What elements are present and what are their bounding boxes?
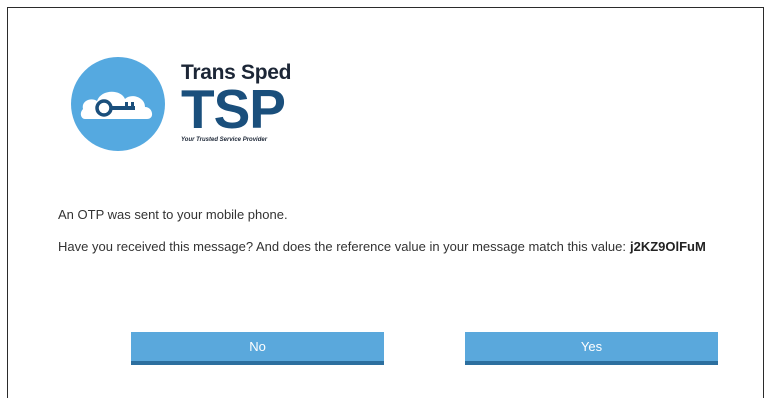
yes-button[interactable]: Yes	[465, 332, 718, 365]
brand-tagline: Your Trusted Service Provider	[181, 137, 268, 143]
otp-sent-message: An OTP was sent to your mobile phone.	[58, 207, 288, 222]
otp-dialog: Trans Sped TSP Your Trusted Service Prov…	[7, 7, 764, 398]
key-cloud-icon	[71, 57, 165, 151]
reference-question-text: Have you received this message? And does…	[58, 239, 626, 254]
reference-question: Have you received this message? And does…	[58, 239, 706, 254]
brand-abbreviation: TSP	[181, 78, 286, 140]
trans-sped-logo: Trans Sped TSP Your Trusted Service Prov…	[63, 48, 303, 158]
reference-value: j2KZ9OlFuM	[629, 239, 706, 254]
no-button[interactable]: No	[131, 332, 384, 365]
